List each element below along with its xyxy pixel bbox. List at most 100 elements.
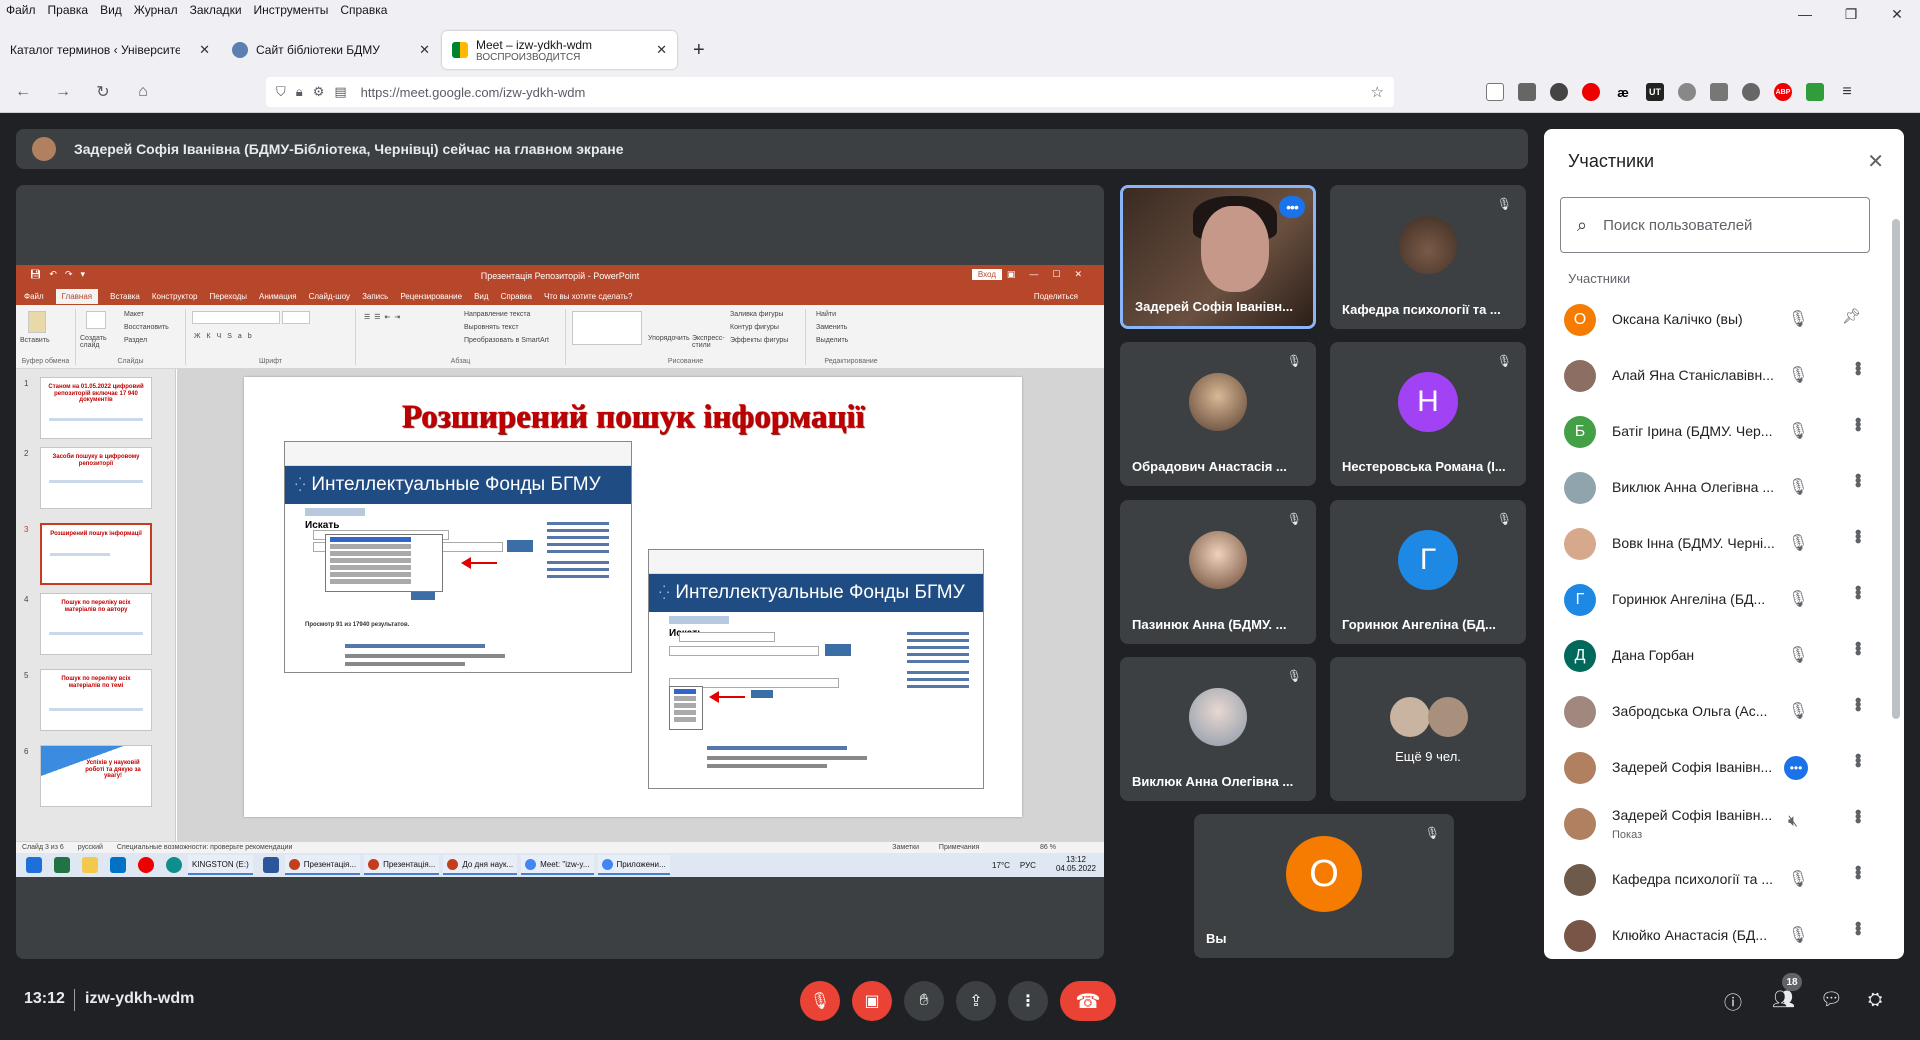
- volume-off-icon[interactable]: 🔇︎: [1788, 813, 1798, 831]
- lock-icon[interactable]: 🔒︎: [296, 84, 303, 100]
- close-tab-icon[interactable]: ✕: [199, 42, 210, 58]
- mic-off-icon[interactable]: 🎙︎: [1788, 477, 1808, 497]
- participant-row[interactable]: Вовк Інна (БДМУ. Черні... 🎙︎ •••: [1544, 516, 1884, 572]
- scroll-thumb[interactable]: [1892, 219, 1900, 719]
- menu-edit[interactable]: Правка: [48, 3, 89, 17]
- more-vert-icon[interactable]: •••: [1847, 417, 1868, 430]
- participant-row[interactable]: Задерей Софія Іванівн... Показ 🔇︎ •••: [1544, 796, 1884, 852]
- participant-row[interactable]: Задерей Софія Іванівн... ••• •••: [1544, 740, 1884, 796]
- mic-off-icon[interactable]: 🎙︎: [1788, 925, 1808, 945]
- tile-participant[interactable]: 🎙︎ Пазинюк Анна (БДМУ. ...: [1120, 500, 1316, 644]
- reader-icon[interactable]: ▤: [334, 84, 346, 100]
- camera-off-icon[interactable]: ▣: [852, 981, 892, 1021]
- tile-participant[interactable]: 🎙︎ Виклюк Анна Олегівна ...: [1120, 657, 1316, 801]
- people-icon[interactable]: 👥︎: [1772, 989, 1795, 1010]
- participant-row[interactable]: Б Батіг Ірина (БДМУ. Чер... 🎙︎ •••: [1544, 404, 1884, 460]
- menu-history[interactable]: Журнал: [134, 3, 178, 17]
- mic-off-icon[interactable]: 🎙︎: [1788, 589, 1808, 609]
- url-bar[interactable]: ⛉ 🔒︎ ⚙ ▤ https://meet.google.com/izw-ydk…: [266, 77, 1394, 107]
- menu-help[interactable]: Справка: [340, 3, 387, 17]
- extension-green-icon[interactable]: [1806, 83, 1824, 101]
- mic-off-icon[interactable]: 🎙︎: [1788, 869, 1808, 889]
- ut-icon[interactable]: UT: [1646, 83, 1664, 101]
- present-screen-icon[interactable]: ⇪: [956, 981, 996, 1021]
- activities-icon[interactable]: ⛭: [1868, 989, 1882, 1010]
- mic-off-icon[interactable]: 🎙︎: [1788, 421, 1808, 441]
- globe-icon[interactable]: [1678, 83, 1696, 101]
- library-icon[interactable]: [1518, 83, 1536, 101]
- mic-off-icon[interactable]: 🎙︎: [1788, 533, 1808, 553]
- chat-icon[interactable]: 💬︎: [1820, 989, 1843, 1010]
- more-vert-icon[interactable]: •••: [1847, 641, 1868, 654]
- more-vert-icon[interactable]: •••: [1847, 585, 1868, 598]
- url-text[interactable]: https://meet.google.com/izw-ydkh-wdm: [361, 85, 586, 100]
- close-tab-icon[interactable]: ✕: [656, 42, 667, 58]
- more-vert-icon[interactable]: •••: [1847, 361, 1868, 374]
- menu-file[interactable]: Файл: [6, 3, 36, 17]
- tile-self[interactable]: 🎙︎ О Вы: [1194, 814, 1454, 958]
- close-icon[interactable]: ✕: [1867, 149, 1884, 174]
- more-vert-icon[interactable]: •••: [1847, 921, 1868, 934]
- permissions-icon[interactable]: ⚙: [313, 84, 325, 100]
- participant-row[interactable]: Забродська Ольга (Ас... 🎙︎ •••: [1544, 684, 1884, 740]
- mic-off-icon[interactable]: 🎙︎: [1788, 365, 1808, 385]
- more-vert-icon[interactable]: •••: [1847, 697, 1868, 710]
- restore-icon[interactable]: ❐: [1828, 0, 1874, 28]
- mail-icon[interactable]: [1710, 83, 1728, 101]
- home-icon[interactable]: ⌂: [126, 83, 160, 101]
- info-icon[interactable]: ⓘ: [1724, 989, 1742, 1015]
- menu-bookmarks[interactable]: Закладки: [190, 3, 242, 17]
- more-vert-icon[interactable]: •••: [1847, 809, 1868, 822]
- participant-row[interactable]: Д Дана Горбан 🎙︎ •••: [1544, 628, 1884, 684]
- raise-hand-icon[interactable]: ✋︎: [904, 981, 944, 1021]
- panel-scrollbar[interactable]: [1890, 193, 1902, 953]
- play-icon[interactable]: [1742, 83, 1760, 101]
- mic-off-icon[interactable]: 🎙︎: [1788, 701, 1808, 721]
- opera-icon[interactable]: [1582, 83, 1600, 101]
- pocket-icon[interactable]: [1486, 83, 1504, 101]
- mic-off-icon[interactable]: 🎙︎: [1788, 309, 1808, 329]
- search-input[interactable]: ⌕ Поиск пользователей: [1560, 197, 1870, 253]
- tile-participant[interactable]: 🎙︎ Обрадович Анастасія ...: [1120, 342, 1316, 486]
- tile-participant[interactable]: 🎙︎ Г Горинюк Ангеліна (БД...: [1330, 500, 1526, 644]
- tile-more-participants[interactable]: Ещё 9 чел.: [1330, 657, 1526, 801]
- tile-video-presenter[interactable]: ••• Задерей Софія Іванівн...: [1120, 185, 1316, 329]
- mic-off-icon[interactable]: 🎙︎: [1788, 645, 1808, 665]
- more-vert-icon[interactable]: •••: [1847, 529, 1868, 542]
- participant-row[interactable]: О Оксана Калічко (вы) 🎙︎ 📌︎: [1544, 292, 1884, 348]
- forward-icon[interactable]: →: [46, 83, 80, 101]
- close-tab-icon[interactable]: ✕: [419, 42, 430, 58]
- more-options-icon[interactable]: ⋮: [1008, 981, 1048, 1021]
- tile-more-options-icon[interactable]: •••: [1279, 196, 1305, 218]
- reload-icon[interactable]: ↻: [86, 82, 120, 102]
- participant-row[interactable]: Алай Яна Станіславівн... 🎙︎ •••: [1544, 348, 1884, 404]
- more-vert-icon[interactable]: •••: [1847, 473, 1868, 486]
- menu-tools[interactable]: Инструменты: [254, 3, 329, 17]
- extension-o-icon[interactable]: [1550, 83, 1568, 101]
- more-options-icon[interactable]: •••: [1784, 756, 1808, 780]
- ae-icon[interactable]: æ: [1614, 83, 1632, 101]
- close-window-icon[interactable]: ✕: [1874, 0, 1920, 28]
- more-vert-icon[interactable]: •••: [1847, 865, 1868, 878]
- participant-row[interactable]: Г Горинюк Ангеліна (БД... 🎙︎ •••: [1544, 572, 1884, 628]
- shield-icon[interactable]: ⛉: [276, 84, 286, 100]
- tile-participant[interactable]: 🎙︎ Н Нестеровська Романа (І...: [1330, 342, 1526, 486]
- participant-row[interactable]: Виклюк Анна Олегівна ... 🎙︎ •••: [1544, 460, 1884, 516]
- mic-off-icon[interactable]: 🎙︎: [800, 981, 840, 1021]
- participant-row[interactable]: Клюйко Анастасія (БД... 🎙︎ •••: [1544, 908, 1884, 959]
- menu-view[interactable]: Вид: [100, 3, 122, 17]
- new-tab-icon[interactable]: +: [693, 39, 705, 62]
- tab-catalog[interactable]: Каталог терминов ‹ Університетоз ✕: [0, 31, 220, 69]
- menu-hamburger-icon[interactable]: ≡: [1838, 83, 1856, 101]
- tab-meet[interactable]: Meet – izw-ydkh-wdm ВОСПРОИЗВОДИТСЯ ✕: [442, 31, 677, 69]
- participant-row[interactable]: Кафедра психології та ... 🎙︎ •••: [1544, 852, 1884, 908]
- adblock-icon[interactable]: ABP: [1774, 83, 1792, 101]
- hang-up-icon[interactable]: ☎︎: [1060, 981, 1116, 1021]
- bookmark-star-icon[interactable]: ☆: [1371, 83, 1384, 101]
- tab-library[interactable]: Сайт бібліотеки БДМУ ✕: [222, 31, 440, 69]
- tile-participant[interactable]: 🎙︎ Кафедра психології та ...: [1330, 185, 1526, 329]
- back-icon[interactable]: ←: [6, 83, 40, 101]
- minimize-icon[interactable]: —: [1782, 0, 1828, 28]
- more-vert-icon[interactable]: •••: [1847, 753, 1868, 766]
- pin-icon[interactable]: 📌︎: [1842, 307, 1861, 325]
